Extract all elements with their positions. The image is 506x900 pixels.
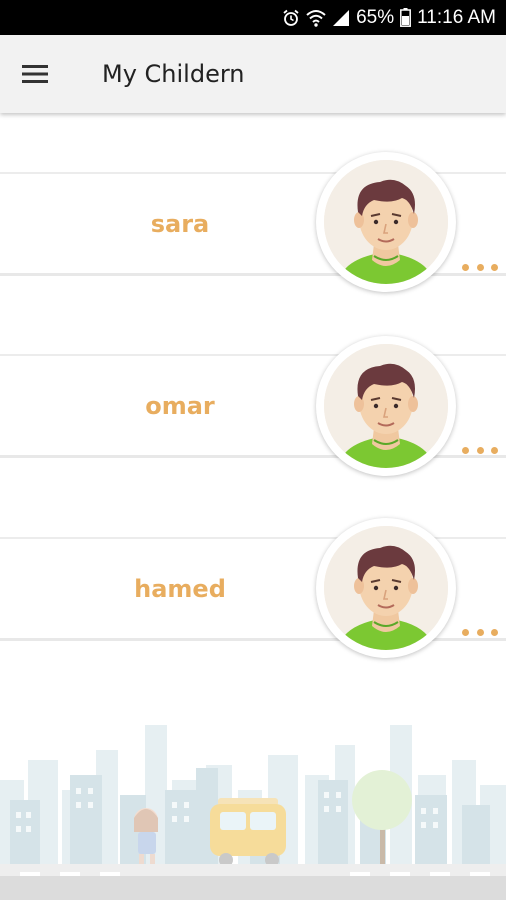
page-title: My Childern	[102, 60, 245, 88]
more-dots-icon[interactable]	[462, 258, 498, 276]
status-time: 11:16 AM	[417, 6, 496, 28]
city-skyline-illustration	[0, 720, 506, 900]
boy-avatar-icon[interactable]	[316, 518, 456, 658]
boy-avatar-icon[interactable]	[316, 152, 456, 292]
alarm-icon	[282, 9, 300, 27]
child-name: sara	[150, 210, 210, 238]
wifi-icon	[306, 9, 326, 27]
battery-icon	[400, 8, 412, 27]
more-dots-icon[interactable]	[462, 623, 498, 641]
battery-percent: 65%	[356, 6, 395, 28]
status-bar: 65% 11:16 AM	[0, 0, 506, 35]
child-name: omar	[145, 392, 215, 420]
app-bar: My Childern	[0, 35, 506, 113]
boy-avatar-icon[interactable]	[316, 336, 456, 476]
signal-icon	[332, 9, 350, 27]
child-name: hamed	[134, 575, 226, 603]
more-dots-icon[interactable]	[462, 441, 498, 459]
hamburger-menu-icon[interactable]	[0, 35, 70, 113]
